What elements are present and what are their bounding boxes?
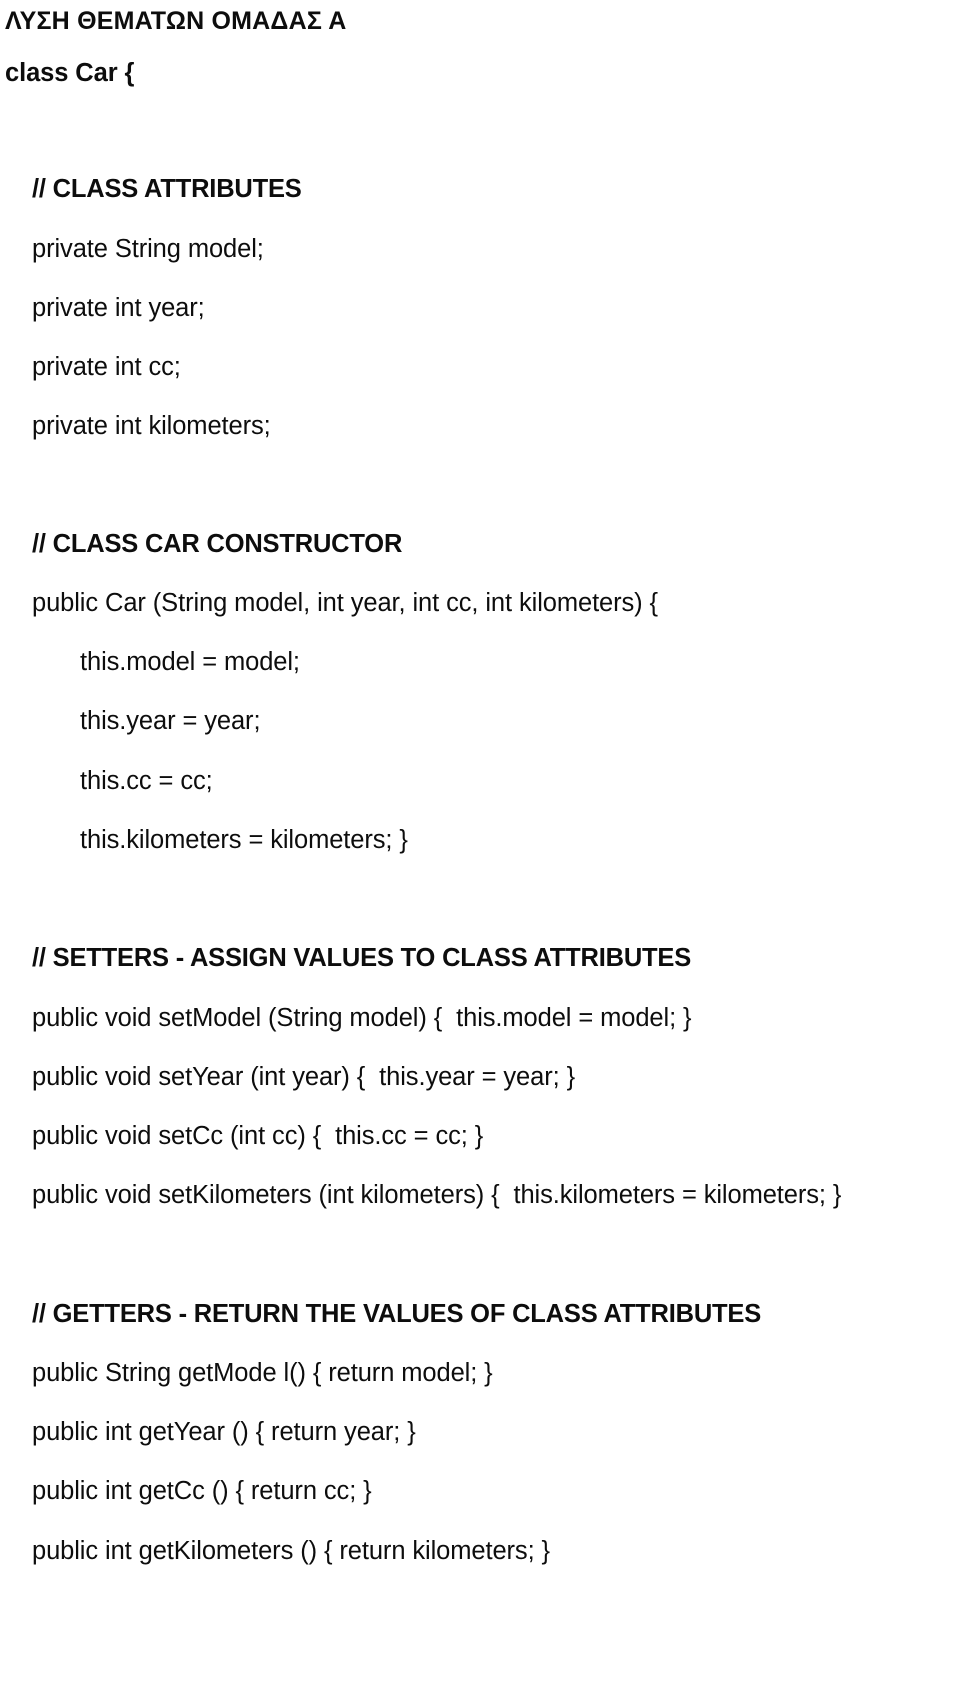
- code-line-constructor-assign-model: this.model = model;: [80, 648, 300, 676]
- code-line-getter-year: public int getYear () { return year; }: [32, 1418, 416, 1446]
- code-line-getter-kilometers: public int getKilometers () { return kil…: [32, 1537, 550, 1565]
- section-header-class-car-constructor: // CLASS CAR CONSTRUCTOR: [32, 530, 403, 558]
- code-line-constructor-assign-kilometers: this.kilometers = kilometers; }: [80, 826, 408, 854]
- code-line-attribute-model: private String model;: [32, 235, 264, 263]
- code-line-attribute-year: private int year;: [32, 294, 205, 322]
- code-line-setter-model: public void setModel (String model) { th…: [32, 1004, 692, 1032]
- code-line-setter-year: public void setYear (int year) { this.ye…: [32, 1063, 576, 1091]
- code-line-attribute-kilometers: private int kilometers;: [32, 412, 271, 440]
- code-line-getter-cc: public int getCc () { return cc; }: [32, 1477, 372, 1505]
- document-page: ΛΥΣΗ ΘΕΜΑΤΩΝ ΟΜΑΔΑΣ Α class Car { // CLA…: [0, 0, 960, 1681]
- code-line-setter-kilometers: public void setKilometers (int kilometer…: [32, 1181, 842, 1209]
- code-line-constructor-assign-cc: this.cc = cc;: [80, 767, 213, 795]
- code-line-attribute-cc: private int cc;: [32, 353, 181, 381]
- code-line-setter-cc: public void setCc (int cc) { this.cc = c…: [32, 1122, 484, 1150]
- section-header-class-attributes: // CLASS ATTRIBUTES: [32, 175, 302, 203]
- code-line-constructor-signature: public Car (String model, int year, int …: [32, 589, 658, 617]
- section-header-setters: // SETTERS - ASSIGN VALUES TO CLASS ATTR…: [32, 944, 692, 972]
- code-line-getter-model: public String getMode l() { return model…: [32, 1359, 493, 1387]
- section-header-getters: // GETTERS - RETURN THE VALUES OF CLASS …: [32, 1300, 762, 1328]
- code-listing: // CLASS ATTRIBUTES private String model…: [0, 0, 960, 1681]
- code-line-constructor-assign-year: this.year = year;: [80, 707, 261, 735]
